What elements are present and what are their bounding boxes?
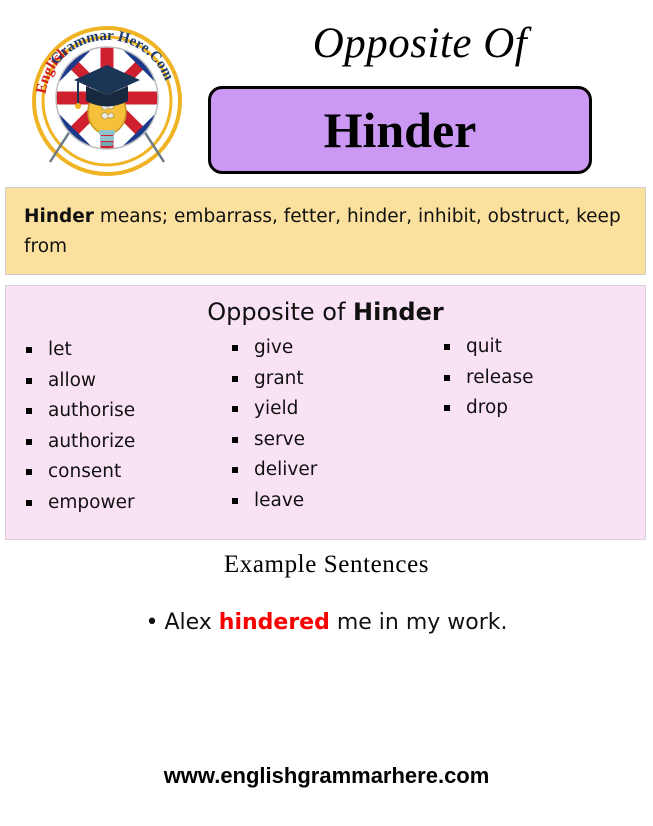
- page-title-wrap: Opposite Of: [200, 18, 640, 70]
- list-item: authorize: [22, 427, 228, 458]
- meaning-text: Hinder means; embarrass, fetter, hinder,…: [24, 202, 627, 262]
- bullet-icon: •: [145, 610, 159, 635]
- example-after: me in my work.: [329, 610, 508, 635]
- opposites-column-1: let allow authorise authorize consent em…: [22, 335, 228, 518]
- list-item: grant: [228, 364, 440, 395]
- list-item: release: [440, 363, 640, 394]
- example-highlight: hindered: [218, 610, 330, 635]
- meaning-box: Hinder means; embarrass, fetter, hinder,…: [5, 187, 646, 275]
- page-title: Opposite Of: [312, 20, 528, 67]
- list-item: deliver: [228, 455, 440, 486]
- english-grammar-here-logo: English Grammar Here.Com: [28, 22, 186, 180]
- opposites-title-word: Hinder: [353, 298, 444, 326]
- list-item: leave: [228, 486, 440, 517]
- headword: Hinder: [323, 102, 477, 158]
- list-item: empower: [22, 488, 228, 519]
- list-item: give: [228, 333, 440, 364]
- list-item: consent: [22, 457, 228, 488]
- list-item: authorise: [22, 396, 228, 427]
- example-sentences-title: Example Sentences: [223, 551, 430, 578]
- opposites-column-2: give grant yield serve deliver leave: [228, 335, 440, 518]
- opposites-column-3: quit release drop: [440, 335, 640, 518]
- meaning-word: Hinder: [24, 206, 94, 227]
- opposites-columns: let allow authorise authorize consent em…: [6, 335, 645, 518]
- header: English Grammar Here.Com Opposite Of Hin…: [0, 0, 653, 182]
- example-before: Alex: [164, 610, 219, 635]
- headword-box: Hinder: [208, 86, 592, 174]
- footer-url: www.englishgrammarhere.com: [163, 763, 490, 788]
- list-item: allow: [22, 366, 228, 397]
- list-item: serve: [228, 425, 440, 456]
- list-item: let: [22, 335, 228, 366]
- opposites-list-1: let allow authorise authorize consent em…: [22, 335, 228, 518]
- list-item: drop: [440, 393, 640, 424]
- opposites-list-3: quit release drop: [440, 332, 640, 424]
- example-sentences-list: • Alex hindered me in my work.: [0, 606, 653, 640]
- list-item: yield: [228, 394, 440, 425]
- opposites-list-2: give grant yield serve deliver leave: [228, 333, 440, 516]
- opposites-box: Opposite of Hinder let allow authorise a…: [5, 285, 646, 540]
- meaning-lead: means;: [99, 206, 169, 227]
- list-item: quit: [440, 332, 640, 363]
- example-sentence: • Alex hindered me in my work.: [0, 606, 653, 640]
- opposites-title-prefix: Opposite of: [207, 298, 354, 326]
- opposites-title: Opposite of Hinder: [6, 295, 645, 329]
